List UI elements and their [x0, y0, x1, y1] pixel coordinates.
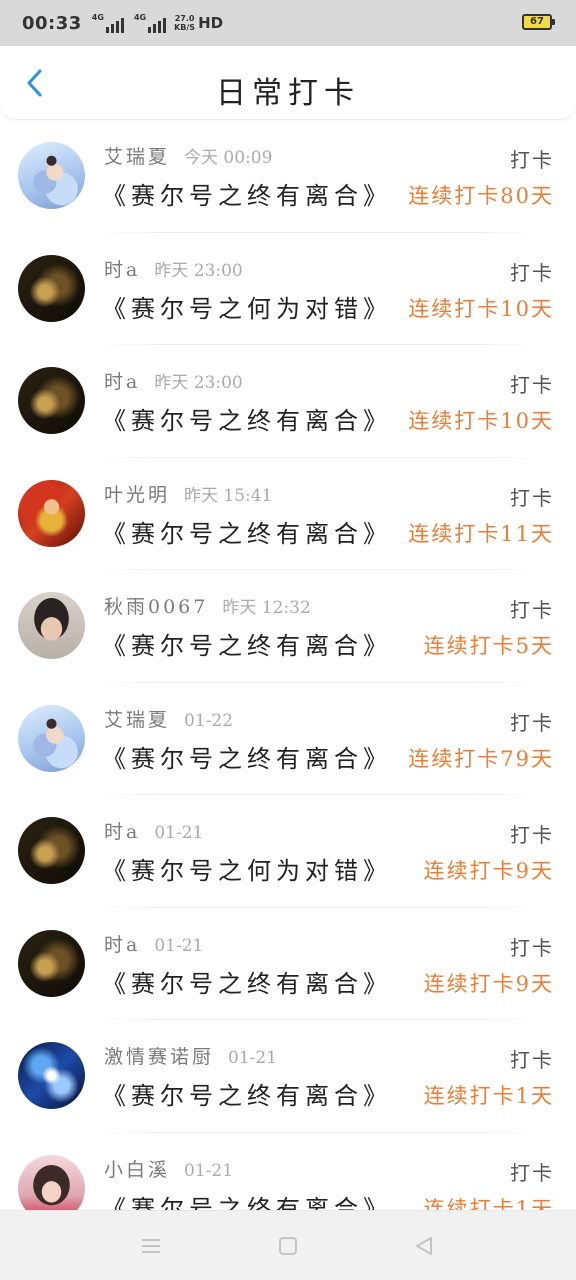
streak-count: 连续打卡10天 — [408, 409, 554, 433]
user-name[interactable]: 小白溪 — [104, 1159, 170, 1181]
checkin-time: 昨天 23:00 — [154, 260, 243, 281]
user-name[interactable]: 叶光明 — [104, 484, 170, 506]
checkin-time: 01-22 — [184, 710, 234, 731]
book-title[interactable]: 《赛尔号之终有离合》 — [102, 739, 392, 774]
network-speed: 27.0 KB/S — [174, 14, 195, 32]
streak-count: 连续打卡9天 — [423, 859, 554, 883]
avatar[interactable] — [18, 704, 85, 772]
signal-label: 4G — [133, 13, 147, 22]
user-name[interactable]: 激情赛诺厨 — [104, 1046, 214, 1068]
list-item[interactable]: 秋雨0067 昨天 12:32 打卡 《赛尔号之终有离合》 连续打卡5天 — [0, 570, 576, 683]
checkin-time: 01-21 — [228, 1048, 278, 1068]
checkin-tag: 打卡 — [510, 710, 554, 735]
user-name[interactable]: 时a — [104, 821, 140, 843]
list-item[interactable]: 时a 01-21 打卡 《赛尔号之何为对错》 连续打卡9天 — [0, 795, 576, 908]
book-title[interactable]: 《赛尔号之何为对错》 — [102, 851, 392, 886]
list-item[interactable]: 艾瑞夏 01-22 打卡 《赛尔号之终有离合》 连续打卡79天 — [0, 683, 576, 795]
avatar[interactable] — [18, 817, 85, 884]
list-item[interactable]: 艾瑞夏 今天 00:09 打卡 《赛尔号之终有离合》 连续打卡80天 — [0, 120, 576, 233]
checkin-time: 01-21 — [154, 935, 204, 956]
checkin-time: 昨天 12:32 — [222, 598, 311, 618]
signal-icon: 4G — [133, 13, 167, 33]
user-name[interactable]: 时a — [104, 371, 140, 393]
checkin-tag: 打卡 — [510, 148, 554, 172]
book-title[interactable]: 《赛尔号之终有离合》 — [102, 964, 392, 999]
streak-count: 连续打卡1天 — [423, 1084, 554, 1108]
status-bar: 00:33 4G 4G 27.0 KB/S HD 67 — [0, 0, 576, 46]
home-square-icon[interactable] — [274, 1233, 302, 1259]
streak-count: 连续打卡5天 — [423, 634, 554, 658]
list-item[interactable]: 激情赛诺厨 01-21 打卡 《赛尔号之终有离合》 连续打卡1天 — [0, 1020, 576, 1133]
user-name[interactable]: 秋雨0067 — [104, 596, 208, 618]
checkin-tag: 打卡 — [510, 373, 554, 397]
user-name[interactable]: 艾瑞夏 — [104, 709, 170, 731]
list-item[interactable]: 时a 01-21 打卡 《赛尔号之终有离合》 连续打卡9天 — [0, 908, 576, 1020]
avatar[interactable] — [18, 254, 85, 322]
battery-icon: 67 — [522, 14, 555, 30]
checkin-tag: 打卡 — [510, 485, 554, 510]
checkin-tag: 打卡 — [510, 598, 554, 622]
checkin-tag: 打卡 — [510, 1048, 554, 1072]
checkin-time: 昨天 15:41 — [184, 485, 273, 506]
header: 日常打卡 — [0, 46, 576, 120]
avatar[interactable] — [18, 367, 85, 434]
system-nav-bar — [0, 1210, 576, 1280]
avatar[interactable] — [18, 479, 85, 547]
checkin-time: 今天 00:09 — [184, 148, 273, 168]
user-name[interactable]: 时a — [104, 934, 140, 956]
user-name[interactable]: 时a — [104, 259, 140, 281]
book-title[interactable]: 《赛尔号之终有离合》 — [102, 176, 392, 211]
book-title[interactable]: 《赛尔号之终有离合》 — [102, 1076, 392, 1111]
checkin-time: 昨天 23:00 — [154, 373, 243, 393]
network-speed-unit: KB/S — [174, 23, 196, 32]
streak-count: 连续打卡10天 — [408, 296, 554, 321]
list-item[interactable]: 时a 昨天 23:00 打卡 《赛尔号之何为对错》 连续打卡10天 — [0, 233, 576, 345]
checkin-tag: 打卡 — [510, 823, 554, 847]
user-name[interactable]: 艾瑞夏 — [104, 146, 170, 168]
network-speed-value: 27.0 — [174, 14, 195, 23]
book-title[interactable]: 《赛尔号之何为对错》 — [102, 289, 392, 324]
list-item[interactable]: 叶光明 昨天 15:41 打卡 《赛尔号之终有离合》 连续打卡11天 — [0, 458, 576, 570]
avatar[interactable] — [18, 592, 85, 659]
streak-count: 连续打卡9天 — [423, 971, 554, 996]
signal-label: 4G — [91, 13, 104, 22]
status-time: 00:33 — [22, 12, 82, 34]
avatar[interactable] — [18, 142, 85, 209]
avatar[interactable] — [18, 929, 85, 997]
book-title[interactable]: 《赛尔号之终有离合》 — [102, 626, 392, 661]
menu-icon[interactable] — [137, 1233, 165, 1259]
avatar[interactable] — [18, 1042, 85, 1109]
page-title: 日常打卡 — [216, 76, 360, 111]
signal-icon: 4G — [92, 13, 124, 33]
checkin-time: 01-21 — [184, 1160, 234, 1181]
book-title[interactable]: 《赛尔号之终有离合》 — [102, 514, 392, 549]
checkin-time: 01-21 — [154, 823, 204, 843]
streak-count: 连续打卡79天 — [408, 746, 554, 771]
streak-count: 连续打卡11天 — [408, 521, 554, 546]
back-triangle-icon[interactable] — [410, 1233, 438, 1259]
list-item[interactable]: 时a 昨天 23:00 打卡 《赛尔号之终有离合》 连续打卡10天 — [0, 345, 576, 458]
checkin-tag: 打卡 — [510, 260, 554, 285]
checkin-list: 艾瑞夏 今天 00:09 打卡 《赛尔号之终有离合》 连续打卡80天 时a 昨天 2… — [0, 120, 576, 1245]
streak-count: 连续打卡80天 — [408, 184, 554, 208]
book-title[interactable]: 《赛尔号之终有离合》 — [102, 401, 392, 436]
hd-icon: HD — [198, 14, 224, 32]
checkin-tag: 打卡 — [510, 1160, 554, 1185]
checkin-tag: 打卡 — [510, 935, 554, 960]
